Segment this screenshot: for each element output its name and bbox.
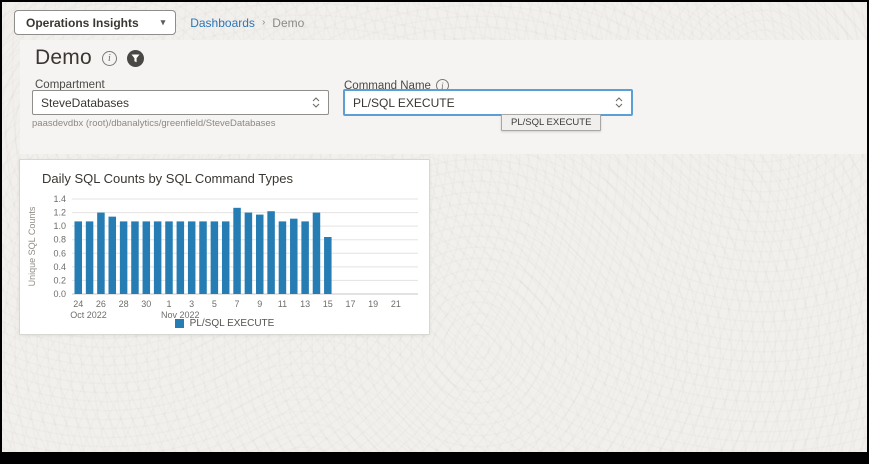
taskbar-strip bbox=[2, 452, 867, 462]
bar[interactable] bbox=[267, 211, 275, 294]
svg-text:5: 5 bbox=[212, 299, 217, 309]
svg-text:0.8: 0.8 bbox=[53, 235, 66, 245]
svg-text:7: 7 bbox=[235, 299, 240, 309]
svg-text:21: 21 bbox=[391, 299, 401, 309]
bar[interactable] bbox=[188, 221, 196, 294]
svg-text:15: 15 bbox=[323, 299, 333, 309]
bar[interactable] bbox=[301, 221, 309, 294]
svg-text:1.2: 1.2 bbox=[53, 208, 66, 218]
breadcrumb: Dashboards › Demo bbox=[190, 16, 304, 30]
command-name-select-value: PL/SQL EXECUTE bbox=[353, 96, 455, 110]
command-name-select[interactable]: PL/SQL EXECUTE bbox=[343, 89, 633, 116]
svg-text:11: 11 bbox=[278, 299, 287, 309]
info-icon[interactable]: i bbox=[102, 51, 117, 66]
app-window: Operations Insights ▾ Dashboards › Demo … bbox=[0, 0, 869, 464]
svg-text:9: 9 bbox=[257, 299, 262, 309]
svg-text:19: 19 bbox=[368, 299, 378, 309]
app-switcher-label: Operations Insights bbox=[26, 16, 139, 30]
svg-text:Unique SQL Counts: Unique SQL Counts bbox=[27, 206, 37, 286]
compartment-path-hint: paasdevdbx (root)/dbanalytics/greenfield… bbox=[32, 118, 275, 129]
filter-icon[interactable] bbox=[127, 50, 144, 67]
bar[interactable] bbox=[74, 221, 82, 294]
svg-text:13: 13 bbox=[300, 299, 310, 309]
dashboard-header-panel: Demo i Compartment SteveDatabases paasde… bbox=[20, 40, 867, 154]
compartment-select-value: SteveDatabases bbox=[41, 96, 129, 110]
bar[interactable] bbox=[199, 221, 207, 294]
bar[interactable] bbox=[245, 213, 253, 294]
compartment-select[interactable]: SteveDatabases bbox=[32, 90, 329, 115]
bar[interactable] bbox=[324, 237, 332, 294]
legend-swatch bbox=[175, 319, 184, 328]
svg-text:30: 30 bbox=[141, 299, 151, 309]
select-stepper-icon bbox=[312, 97, 320, 108]
chevron-down-icon: ▾ bbox=[161, 17, 166, 28]
svg-text:1.4: 1.4 bbox=[53, 194, 66, 204]
svg-text:0.6: 0.6 bbox=[53, 248, 66, 258]
page-title-row: Demo i bbox=[35, 46, 144, 70]
breadcrumb-separator: › bbox=[262, 17, 265, 28]
bar[interactable] bbox=[97, 213, 105, 294]
chart-title: Daily SQL Counts by SQL Command Types bbox=[42, 171, 293, 186]
bar[interactable] bbox=[154, 221, 162, 294]
bar[interactable] bbox=[313, 213, 321, 294]
legend-label: PL/SQL EXECUTE bbox=[190, 318, 275, 329]
select-stepper-icon bbox=[615, 97, 623, 108]
funnel-glyph bbox=[131, 54, 140, 63]
svg-text:28: 28 bbox=[119, 299, 129, 309]
bar[interactable] bbox=[120, 221, 128, 294]
svg-text:1: 1 bbox=[166, 299, 171, 309]
top-toolbar: Operations Insights ▾ Dashboards › Demo bbox=[14, 10, 304, 35]
bar[interactable] bbox=[222, 221, 230, 294]
bar[interactable] bbox=[290, 219, 298, 294]
bar[interactable] bbox=[165, 221, 173, 294]
svg-text:0.0: 0.0 bbox=[53, 289, 66, 299]
app-switcher-button[interactable]: Operations Insights ▾ bbox=[14, 10, 176, 35]
page-title: Demo bbox=[35, 46, 92, 70]
svg-text:3: 3 bbox=[189, 299, 194, 309]
breadcrumb-link-dashboards[interactable]: Dashboards bbox=[190, 16, 255, 30]
bar[interactable] bbox=[131, 221, 139, 294]
svg-text:0.2: 0.2 bbox=[53, 275, 66, 285]
chart-card: Daily SQL Counts by SQL Command Types 0.… bbox=[19, 159, 430, 335]
chart-legend: PL/SQL EXECUTE bbox=[20, 318, 429, 329]
bar[interactable] bbox=[177, 221, 185, 294]
bar[interactable] bbox=[86, 221, 94, 294]
bar[interactable] bbox=[233, 208, 241, 294]
svg-text:0.4: 0.4 bbox=[53, 262, 66, 272]
bar-chart: 0.0 0.2 0.4 0.6 0.8 1.0 1.2 1.4 Unique SQL Count… bbox=[24, 190, 426, 320]
bar[interactable] bbox=[143, 221, 151, 294]
bar[interactable] bbox=[211, 221, 219, 294]
bar[interactable] bbox=[109, 217, 117, 294]
bar[interactable] bbox=[279, 221, 287, 294]
select-value-tooltip: PL/SQL EXECUTE bbox=[501, 114, 601, 131]
svg-text:1.0: 1.0 bbox=[53, 221, 66, 231]
svg-text:17: 17 bbox=[345, 299, 355, 309]
breadcrumb-current: Demo bbox=[272, 16, 304, 30]
svg-text:24: 24 bbox=[73, 299, 83, 309]
bar[interactable] bbox=[256, 215, 264, 294]
svg-text:26: 26 bbox=[96, 299, 106, 309]
